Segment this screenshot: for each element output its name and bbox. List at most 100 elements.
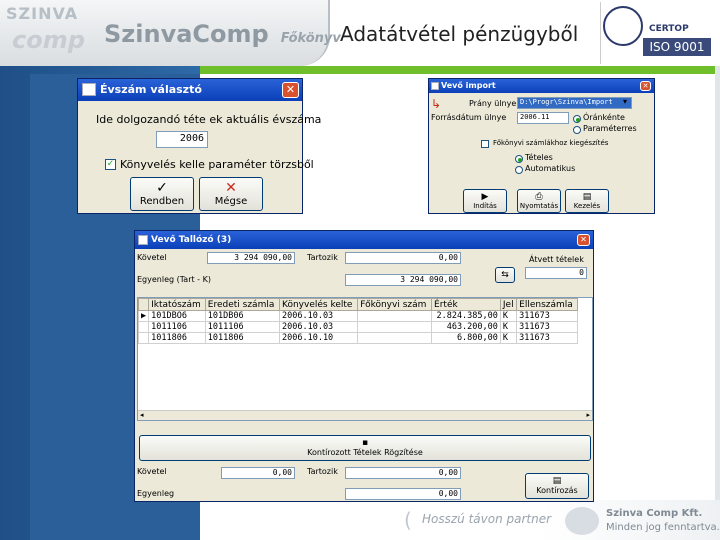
vevo-import-dialog: Vevő import ✕ ↳ Prány ülnye D:\Progr\Szi… bbox=[428, 78, 655, 214]
refresh-icon[interactable]: ⇆ bbox=[495, 267, 515, 283]
cancel-label: Mégse bbox=[214, 196, 248, 207]
cell: 311673 bbox=[516, 321, 578, 333]
brand-sub: Főkönyv bbox=[280, 31, 341, 46]
radio-automatikus[interactable] bbox=[515, 166, 523, 174]
kovetel-value: 3 294 090,00 bbox=[207, 252, 295, 264]
print-label: Nyomtatás bbox=[519, 202, 559, 210]
evszam-title: Évszám választó bbox=[100, 83, 202, 96]
grid-col-eredeti[interactable]: Eredeti számla bbox=[204, 298, 281, 311]
kontirozas-label: Kontírozás bbox=[536, 486, 578, 495]
grid-col-konyveles[interactable]: Könyvelés kelte bbox=[278, 298, 359, 311]
scroll-left-icon[interactable]: ◂ bbox=[140, 411, 144, 419]
iso-text: ISO 9001 bbox=[643, 38, 711, 56]
evszam-dialog: Évszám választó ✕ Ide dolgozandó téte ek… bbox=[77, 78, 321, 214]
field2-label: Forrásdátum ülnye bbox=[431, 113, 507, 122]
egyenleg-label: Egyenleg (Tart - K) bbox=[137, 275, 211, 284]
logo-top-text: SZINVA bbox=[6, 4, 79, 23]
play-icon: ▶ bbox=[481, 192, 489, 202]
cell: 6.800,00 bbox=[431, 332, 501, 344]
vevo-import-titlebar[interactable]: Vevő import ✕ bbox=[429, 79, 654, 93]
table-row[interactable]: 1011806 1011806 2006.10.10 6.800,00 K 31… bbox=[138, 332, 578, 344]
grid-header-row: Iktatószám Eredeti számla Könyvelés kelt… bbox=[138, 298, 578, 311]
cell: 1011806 bbox=[148, 332, 206, 344]
cell bbox=[357, 310, 433, 322]
atvett-label: Átvett tételek bbox=[529, 255, 584, 264]
table-row[interactable]: 1011106 1011106 2006.10.03 463.200,00 K … bbox=[138, 321, 578, 333]
footer-bracket: ( bbox=[404, 508, 412, 532]
grid-col-ellenszamla[interactable]: Ellenszámla bbox=[516, 298, 578, 311]
grid-col-jel[interactable]: Jel bbox=[499, 298, 518, 311]
vevo-tallozo-window: Vevő Tallózó (3) ✕ Követel 3 294 090,00 … bbox=[134, 230, 594, 502]
cell: 2006.10.10 bbox=[278, 332, 359, 344]
tartozik2-label: Tartozik bbox=[307, 467, 338, 476]
grid-col-ertek[interactable]: Érték bbox=[431, 298, 501, 311]
kontrol-button[interactable]: ▪ Kontírozott Tételek Rögzítése bbox=[139, 435, 591, 461]
date-input[interactable]: 2006.11 bbox=[517, 112, 569, 124]
cell: K bbox=[499, 310, 518, 322]
start-button[interactable]: ▶ Indítás bbox=[463, 189, 507, 213]
path-select[interactable]: D:\Progr\Szinva\Import bbox=[517, 97, 632, 109]
radio-oranként[interactable] bbox=[573, 115, 581, 123]
cell: 1011106 bbox=[204, 321, 281, 333]
brand-name: SzinvaComp bbox=[104, 20, 269, 48]
scroll-right-icon[interactable]: ▸ bbox=[586, 411, 590, 419]
egyenleg-value: 3 294 090,00 bbox=[345, 274, 461, 286]
kontirozas-button[interactable]: ▤ Kontírozás bbox=[525, 473, 589, 499]
check-label: Főkönyvi számlákhoz kiegészítés bbox=[493, 139, 609, 147]
manage-button[interactable]: ▤ Kezelés bbox=[565, 189, 609, 213]
cell: K bbox=[499, 332, 518, 344]
cell bbox=[357, 332, 433, 344]
chevron-down-icon[interactable]: ▾ bbox=[623, 97, 627, 106]
year-input[interactable]: 2006 bbox=[156, 131, 208, 148]
kiegeszites-checkbox[interactable] bbox=[481, 140, 489, 148]
manage-label: Kezelés bbox=[573, 202, 601, 210]
radio-parameteres[interactable] bbox=[573, 126, 581, 134]
cell: 2006.10.03 bbox=[278, 321, 359, 333]
kovetel-label: Követel bbox=[137, 253, 167, 262]
radio3-label: Tételes bbox=[525, 153, 553, 162]
tallozo-titlebar[interactable]: Vevő Tallózó (3) ✕ bbox=[135, 231, 593, 249]
close-icon[interactable]: ✕ bbox=[577, 234, 590, 246]
grid-col-iktatoszam[interactable]: Iktatószám bbox=[148, 298, 206, 311]
start-label: Indítás bbox=[473, 202, 497, 210]
tallozo-grid[interactable]: Iktatószám Eredeti számla Könyvelés kelt… bbox=[137, 297, 593, 421]
cell: 311673 bbox=[516, 332, 578, 344]
window-icon bbox=[138, 235, 148, 245]
slide-title: Adatátvétel pénzügyből bbox=[340, 22, 579, 46]
grid-col-fokonyvi[interactable]: Főkönyvi szám bbox=[357, 298, 433, 311]
config-checkbox[interactable]: ✓ bbox=[105, 159, 116, 170]
printer-icon: ⎙ bbox=[535, 192, 543, 202]
config-checkbox-label: Könyvelés kelle paraméter törzsből bbox=[120, 158, 314, 171]
close-icon[interactable]: ✕ bbox=[282, 82, 299, 98]
cell: 463.200,00 bbox=[431, 321, 501, 333]
radio1-label: Óránkénte bbox=[583, 113, 625, 122]
import-arrow-icon: ↳ bbox=[431, 97, 442, 111]
save-icon: ▪ bbox=[361, 438, 369, 448]
cell: K bbox=[499, 321, 518, 333]
cell: 1011806 bbox=[204, 332, 281, 344]
ledger-icon: ▤ bbox=[552, 476, 562, 486]
footer-tagline: Hosszú távon partner bbox=[422, 512, 552, 526]
tartozik-label: Tartozik bbox=[307, 253, 338, 262]
cell: 311673 bbox=[516, 310, 578, 322]
egyenleg2-value: 0,00 bbox=[345, 488, 461, 500]
iso-badge: CERTOP ISO 9001 bbox=[600, 2, 712, 64]
right-edge bbox=[715, 66, 720, 540]
kontrol-label: Kontírozott Tételek Rögzítése bbox=[307, 448, 423, 457]
window-icon bbox=[431, 82, 439, 90]
radio-teteles[interactable] bbox=[515, 155, 523, 163]
radio4-label: Automatikus bbox=[525, 164, 576, 173]
tallozo-title: Vevő Tallózó (3) bbox=[151, 235, 232, 245]
ok-button[interactable]: ✓ Rendben bbox=[130, 177, 194, 211]
footer-company: Szinva Comp Kft. bbox=[606, 508, 703, 519]
close-icon[interactable]: ✕ bbox=[640, 81, 651, 91]
iso-certop: CERTOP bbox=[649, 24, 689, 34]
footer-rights: Minden jog fenntartva. bbox=[606, 522, 720, 533]
kovetel2-value: 0,00 bbox=[221, 467, 295, 479]
table-row[interactable]: ▶ 101DBO6 101DB06 2006.10.03 2.824.385,0… bbox=[138, 310, 578, 322]
evszam-titlebar[interactable]: Évszám választó ✕ bbox=[78, 79, 302, 101]
cancel-button[interactable]: ✕ Mégse bbox=[199, 177, 263, 211]
print-button[interactable]: ⎙ Nyomtatás bbox=[517, 189, 561, 213]
row-selector bbox=[138, 321, 150, 333]
horizontal-scrollbar[interactable]: ◂ ▸ bbox=[138, 410, 592, 420]
